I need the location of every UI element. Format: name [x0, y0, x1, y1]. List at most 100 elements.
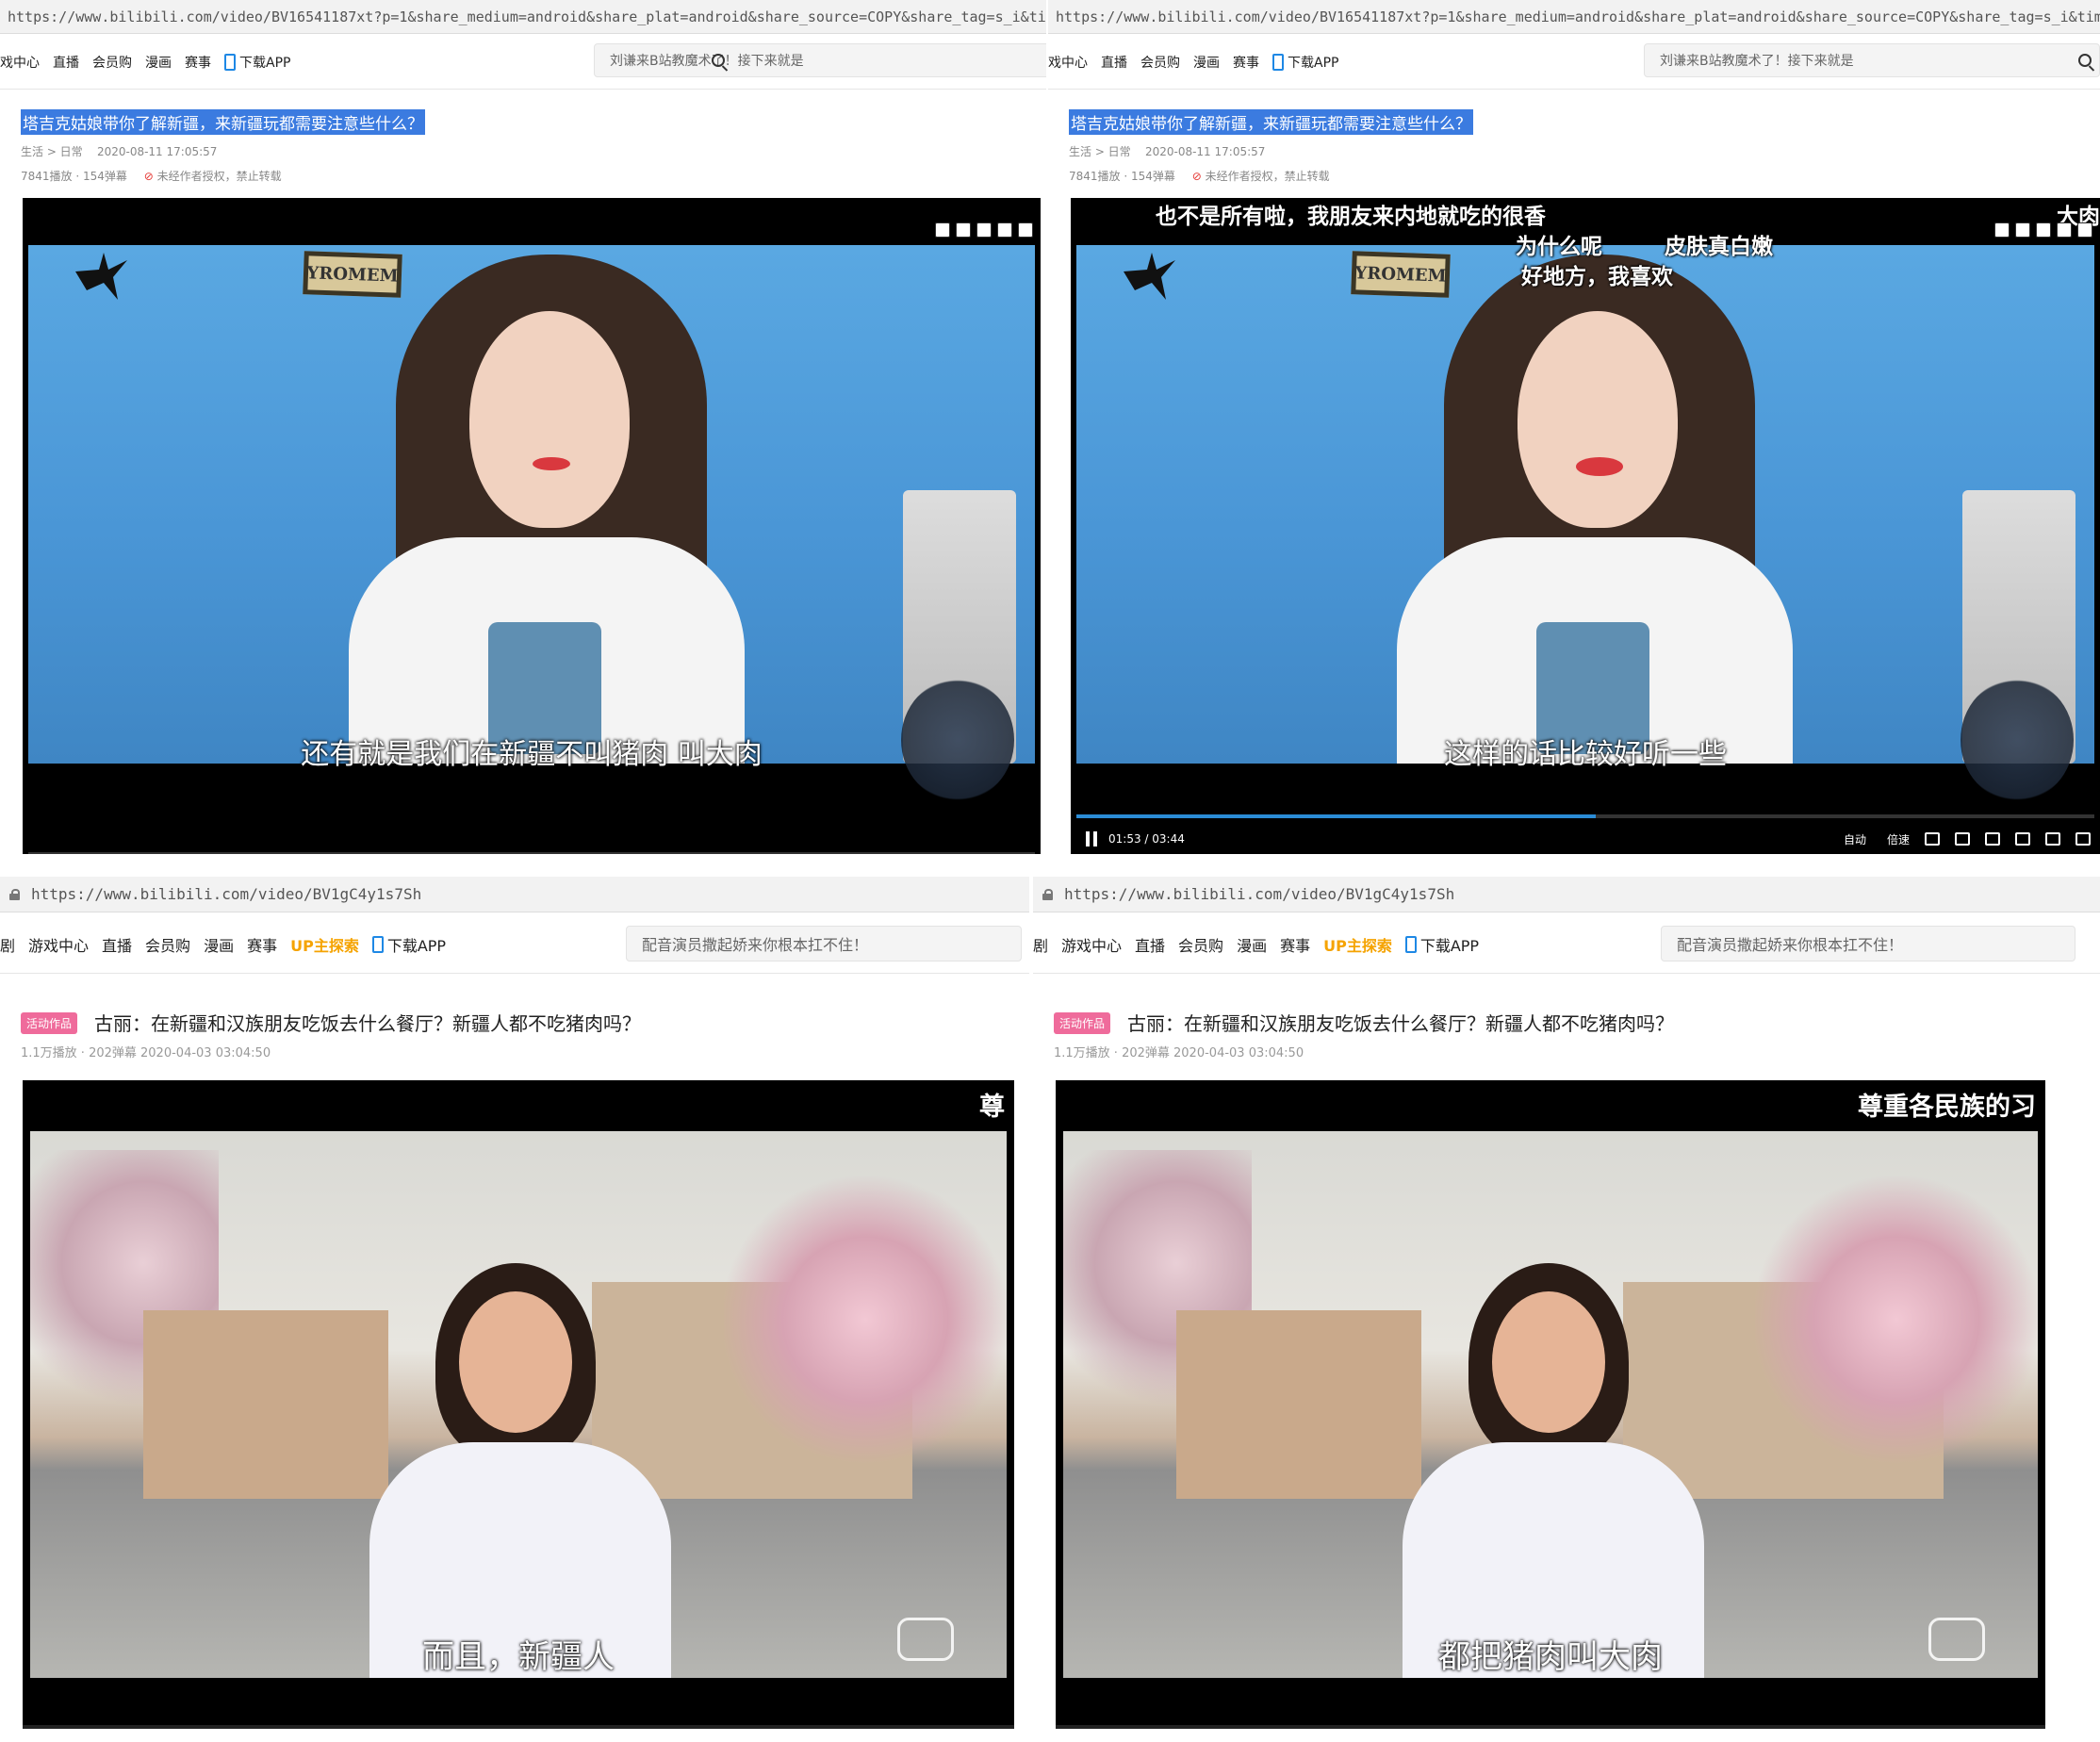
- search-input[interactable]: 配音演员撒起娇来你根本扛不住！: [1661, 926, 2075, 961]
- nav-game-center[interactable]: 游戏中心: [28, 933, 89, 956]
- webfullscreen-icon[interactable]: [2045, 832, 2060, 846]
- nav-vip-shop[interactable]: 会员购: [92, 53, 132, 72]
- screenshot-bottom-right: https://www.bilibili.com/video/BV1gC4y1s…: [1033, 877, 2100, 1742]
- nav-up-explore[interactable]: UP主探索: [1323, 933, 1392, 956]
- video-category[interactable]: 生活 > 日常: [21, 145, 83, 158]
- video-category[interactable]: 生活 > 日常: [1069, 145, 1131, 158]
- url-text: https://www.bilibili.com/video/BV1gC4y1s…: [1064, 885, 1455, 903]
- pip-icon[interactable]: [1985, 832, 2000, 846]
- nav-manga[interactable]: 漫画: [145, 53, 172, 72]
- video-subtitle: 还有就是我们在新疆不叫猪肉 叫大肉: [301, 738, 763, 771]
- nav-live[interactable]: 直播: [102, 933, 132, 956]
- address-bar[interactable]: https://www.bilibili.com/video/BV1654118…: [1048, 0, 2100, 34]
- video-meta: 1.1万播放 · 202弹幕 2020-04-03 03:04:50: [1054, 1046, 1304, 1060]
- url-text: https://www.bilibili.com/video/BV1654118…: [1056, 8, 2100, 25]
- phone-icon: [1404, 936, 1417, 953]
- address-bar[interactable]: https://www.bilibili.com/video/BV1654118…: [0, 0, 1046, 34]
- progress-bar[interactable]: [1076, 814, 2094, 818]
- nav-up-explore[interactable]: UP主探索: [290, 933, 359, 956]
- bird-decal: [75, 253, 132, 300]
- memory-poster: YROMEM: [303, 251, 402, 298]
- search-input[interactable]: 刘谦来B站教魔术了！接下来就是: [1644, 43, 2100, 77]
- progress-bar[interactable]: [23, 1725, 1014, 1729]
- menu-icon[interactable]: [997, 222, 1012, 238]
- player-top-controls: [935, 222, 1033, 241]
- volume-icon[interactable]: [1925, 832, 1940, 846]
- speed-button[interactable]: 倍速: [1887, 831, 1910, 847]
- nav-manga[interactable]: 漫画: [1193, 53, 1220, 72]
- nav-vip-shop[interactable]: 会员购: [145, 933, 190, 956]
- nav-live[interactable]: 直播: [53, 53, 79, 72]
- lock-icon: [9, 888, 20, 900]
- nav-game-center[interactable]: 戏中心: [0, 53, 40, 72]
- url-text: https://www.bilibili.com/video/BV1gC4y1s…: [31, 885, 422, 903]
- nav-game-center[interactable]: 游戏中心: [1061, 933, 1122, 956]
- header-divider: [1033, 973, 2100, 974]
- video-player[interactable]: 尊重各民族的习 都把猪肉叫大肉: [1056, 1080, 2045, 1729]
- search-icon[interactable]: [2078, 54, 2092, 67]
- nav-esports[interactable]: 赛事: [1280, 933, 1310, 956]
- download-app-link[interactable]: 下载APP: [371, 933, 446, 956]
- search-placeholder: 配音演员撒起娇来你根本扛不住！: [1677, 936, 1904, 954]
- search-placeholder: 刘谦来B站教魔术了！接下来就是: [610, 54, 804, 69]
- video-player[interactable]: 尊 而且，新疆人: [23, 1080, 1014, 1729]
- event-badge: 活动作品: [1054, 1012, 1111, 1034]
- quality-button[interactable]: 自动: [1844, 831, 1866, 847]
- pause-button[interactable]: [1086, 831, 1097, 846]
- download-app-link[interactable]: 下载APP: [1272, 53, 1338, 72]
- screenshot-top-right: https://www.bilibili.com/video/BV1654118…: [1048, 0, 2100, 873]
- nav-esports[interactable]: 赛事: [1233, 53, 1259, 72]
- person-lips: [1576, 457, 1623, 476]
- header-divider: [0, 973, 1029, 974]
- pip-icon[interactable]: [1994, 222, 2010, 238]
- nav-vip-shop[interactable]: 会员购: [1178, 933, 1223, 956]
- fullscreen-icon[interactable]: [2075, 832, 2091, 846]
- download-icon[interactable]: [2036, 222, 2051, 238]
- danmaku-comment: 为什么呢: [1516, 235, 1602, 259]
- screenshot-bottom-left: https://www.bilibili.com/video/BV1gC4y1s…: [0, 877, 1029, 1742]
- address-bar[interactable]: https://www.bilibili.com/video/BV1gC4y1s…: [1033, 877, 2100, 912]
- search-input[interactable]: 刘谦来B站教魔术了！接下来就是: [594, 43, 1046, 77]
- search-input[interactable]: 配音演员撒起娇来你根本扛不住！: [626, 926, 1022, 961]
- nav-drama[interactable]: 剧: [1033, 933, 1048, 956]
- widescreen-icon[interactable]: [2015, 832, 2030, 846]
- header-divider: [1048, 89, 2100, 90]
- video-player[interactable]: YROMEM 也不是所有啦，我朋友来内地就吃的很香 大肉 为什么呢 皮肤真白嫩 …: [1071, 198, 2100, 854]
- no-repost-icon: ⊘: [1191, 170, 1202, 183]
- nav-live[interactable]: 直播: [1135, 933, 1165, 956]
- close-icon[interactable]: [2077, 222, 2092, 238]
- fullscreen-icon[interactable]: [956, 222, 971, 238]
- settings-icon[interactable]: [1955, 832, 1970, 846]
- progress-bar[interactable]: [1056, 1725, 2045, 1729]
- nav-vip-shop[interactable]: 会员购: [1140, 53, 1180, 72]
- nav-game-center[interactable]: 戏中心: [1048, 53, 1088, 72]
- nav-esports[interactable]: 赛事: [185, 53, 211, 72]
- nav-manga[interactable]: 漫画: [204, 933, 234, 956]
- nav-manga[interactable]: 漫画: [1237, 933, 1267, 956]
- video-subtitle: 而且，新疆人: [422, 1638, 615, 1676]
- nav-drama[interactable]: 剧: [0, 933, 15, 956]
- close-icon[interactable]: [1018, 222, 1033, 238]
- download-icon[interactable]: [976, 222, 992, 238]
- person-face: [1518, 311, 1678, 528]
- video-player[interactable]: YROMEM 还有就是我们在新疆不叫猪肉 叫大肉: [23, 198, 1041, 854]
- phone-icon: [1272, 54, 1284, 71]
- download-app-link[interactable]: 下载APP: [1404, 933, 1479, 956]
- progress-bar[interactable]: [28, 852, 1035, 854]
- download-app-link[interactable]: 下载APP: [224, 53, 290, 72]
- address-bar[interactable]: https://www.bilibili.com/video/BV1gC4y1s…: [0, 877, 1029, 912]
- search-icon[interactable]: [712, 54, 725, 67]
- nav-live[interactable]: 直播: [1101, 53, 1127, 72]
- lock-icon: [1042, 888, 1053, 900]
- menu-icon[interactable]: [2057, 222, 2072, 238]
- fullscreen-icon[interactable]: [2015, 222, 2030, 238]
- building: [1176, 1310, 1421, 1499]
- phone-icon: [371, 936, 384, 953]
- person-face: [459, 1291, 572, 1433]
- progress-fill: [1076, 814, 1596, 818]
- video-frame: [30, 1131, 1007, 1678]
- nav-esports[interactable]: 赛事: [247, 933, 277, 956]
- danmaku-comment: 皮肤真白嫩: [1665, 235, 1773, 259]
- search-placeholder: 刘谦来B站教魔术了！接下来就是: [1660, 54, 1854, 69]
- pip-icon[interactable]: [935, 222, 950, 238]
